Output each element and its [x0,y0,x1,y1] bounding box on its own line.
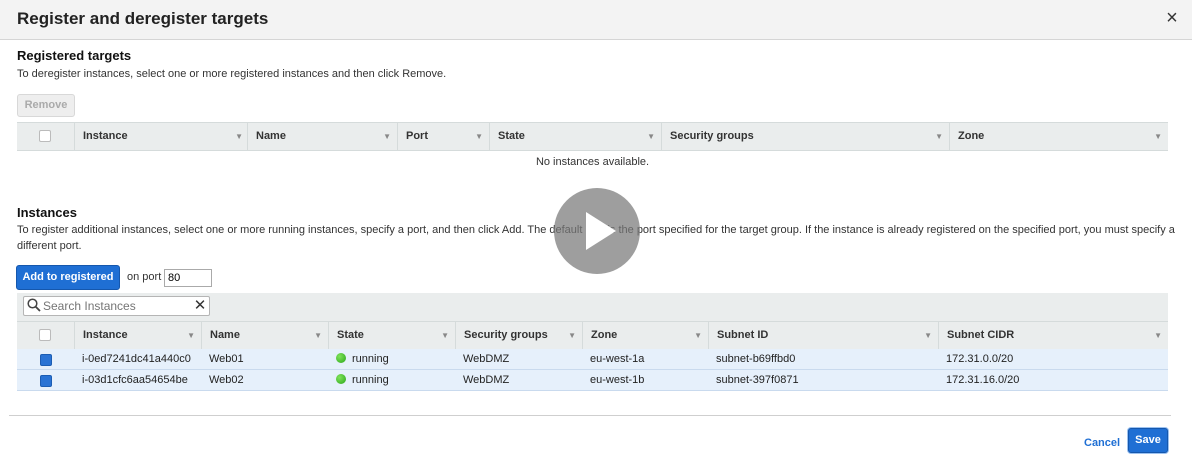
column-header-state[interactable]: State ▼ [328,322,455,349]
column-header-label: Security groups [464,329,548,341]
column-header-subnet-id[interactable]: Subnet ID ▼ [708,322,938,349]
instance-id: i-0ed7241dc41a440c0 [82,353,191,365]
column-header-label: State [498,130,525,142]
instance-zone: eu-west-1b [590,374,645,386]
column-header-name[interactable]: Name ▼ [201,322,328,349]
play-icon [586,212,616,250]
column-header-security-groups[interactable]: Security groups ▼ [661,123,949,150]
sort-caret-icon: ▼ [441,331,449,340]
sort-caret-icon: ▼ [647,132,655,141]
sort-caret-icon: ▼ [235,132,243,141]
running-status-icon [336,353,346,363]
sort-caret-icon: ▼ [1154,331,1162,340]
column-header-state[interactable]: State ▼ [489,123,661,150]
instance-state: running [336,370,389,391]
column-header-label: Port [406,130,428,142]
instance-subnet-id: subnet-397f0871 [716,374,799,386]
empty-state-message: No instances available. [535,156,650,168]
instance-state: running [336,349,389,370]
column-header-label: State [337,329,364,341]
running-status-icon [336,374,346,384]
row-checkbox[interactable] [40,354,52,366]
sort-caret-icon: ▼ [694,331,702,340]
search-icon [27,298,41,312]
sort-caret-icon: ▼ [1154,132,1162,141]
sort-caret-icon: ▼ [383,132,391,141]
instance-security-group: WebDMZ [463,374,510,386]
column-header-label: Subnet ID [717,329,769,341]
port-label: on port [127,271,162,283]
instance-name: Web01 [209,353,244,365]
registered-targets-title: Registered targets [17,48,132,63]
search-input[interactable] [43,298,183,314]
column-header-port[interactable]: Port ▼ [397,123,489,150]
video-play-overlay[interactable] [554,188,640,274]
port-input[interactable] [164,269,212,287]
sort-caret-icon: ▼ [187,331,195,340]
instance-security-group: WebDMZ [463,353,510,365]
instance-name: Web02 [209,374,244,386]
instance-state-label: running [352,374,389,386]
table-row[interactable]: i-0ed7241dc41a440c0 Web01 running WebDMZ… [17,349,1168,370]
column-header-zone[interactable]: Zone ▼ [949,123,1168,150]
sort-caret-icon: ▼ [568,331,576,340]
column-header-label: Instance [83,329,128,341]
instances-title: Instances [17,205,77,220]
column-header-name[interactable]: Name ▼ [247,123,397,150]
column-header-label: Name [210,329,240,341]
register-targets-dialog: Register and deregister targets × Regist… [0,0,1192,464]
registered-table-header: Instance ▼ Name ▼ Port ▼ State ▼ Security gr… [17,122,1168,151]
column-header-label: Security groups [670,130,754,142]
column-header-security-groups[interactable]: Security groups ▼ [455,322,582,349]
sort-caret-icon: ▼ [314,331,322,340]
remove-button[interactable]: Remove [17,94,75,117]
dialog-header: Register and deregister targets × [0,0,1192,40]
column-header-instance[interactable]: Instance ▼ [74,123,249,150]
sort-caret-icon: ▼ [924,331,932,340]
column-header-subnet-cidr[interactable]: Subnet CIDR ▼ [938,322,1168,349]
save-button[interactable]: Save [1128,428,1168,453]
instance-subnet-cidr: 172.31.16.0/20 [946,374,1020,386]
clear-search-icon[interactable]: ✕ [193,298,207,314]
column-header-zone[interactable]: Zone ▼ [582,322,708,349]
column-header-label: Subnet CIDR [947,329,1015,341]
dialog-title: Register and deregister targets [17,9,269,28]
column-header-label: Zone [958,130,985,142]
sort-caret-icon: ▼ [935,132,943,141]
instance-zone: eu-west-1a [590,353,645,365]
registered-targets-description: To deregister instances, select one or m… [17,68,447,80]
instance-subnet-cidr: 172.31.0.0/20 [946,353,1014,365]
select-all-instances-checkbox[interactable] [39,329,51,341]
row-checkbox[interactable] [40,375,52,387]
column-header-label: Name [256,130,286,142]
instances-table-header: Instance ▼ Name ▼ State ▼ Security groups ▼ … [17,321,1168,350]
instance-subnet-id: subnet-b69ffbd0 [716,353,796,365]
table-row[interactable]: i-03d1cfc6aa54654be Web02 running WebDMZ… [17,370,1168,391]
close-icon[interactable]: × [1163,8,1181,28]
select-all-registered-checkbox[interactable] [39,130,51,142]
cancel-button[interactable]: Cancel [1084,437,1120,449]
column-header-label: Instance [83,130,128,142]
instance-state-label: running [352,353,389,365]
instance-id: i-03d1cfc6aa54654be [82,374,188,386]
instances-toolbar: ✕ [17,293,1168,321]
search-box[interactable]: ✕ [23,296,210,316]
footer-divider [9,415,1171,416]
sort-caret-icon: ▼ [475,132,483,141]
column-header-instance[interactable]: Instance ▼ [74,322,201,349]
add-to-registered-button[interactable]: Add to registered [16,265,120,290]
column-header-label: Zone [591,329,618,341]
